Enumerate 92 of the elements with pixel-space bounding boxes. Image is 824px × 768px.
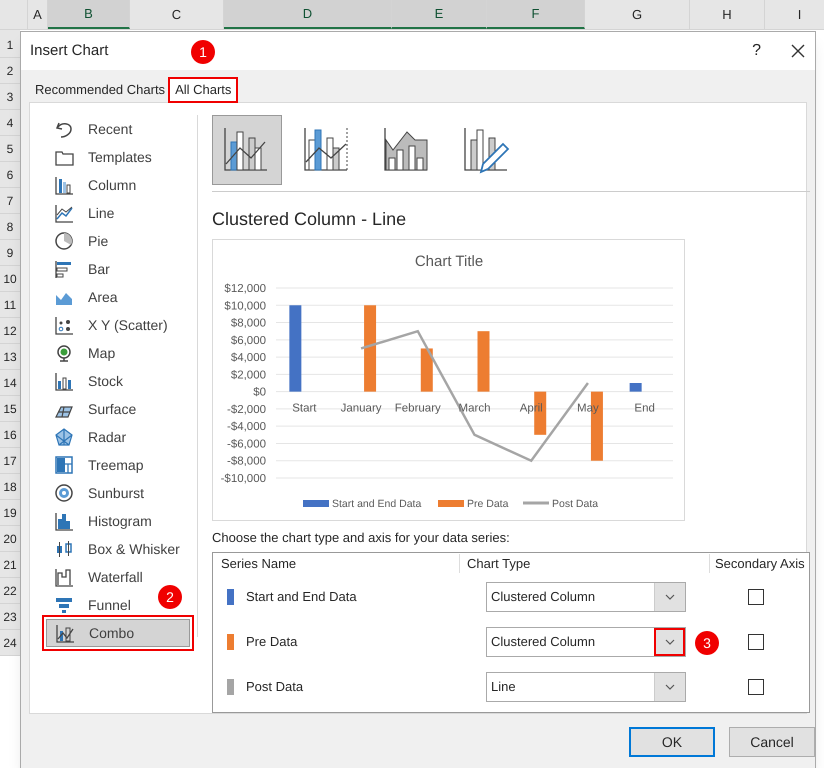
radar-chart-icon <box>54 427 74 447</box>
chevron-down-icon <box>664 639 674 645</box>
category-label: Start <box>292 402 316 415</box>
chart-type-item[interactable]: Area <box>46 283 190 311</box>
chart-title: Chart Title <box>414 253 484 270</box>
chart-type-item[interactable]: Map <box>46 339 190 367</box>
series-name: Start and End Data <box>246 588 358 606</box>
chart-type-item[interactable]: Stock <box>46 367 190 395</box>
column-heading: Secondary Axis <box>709 554 805 574</box>
chart-bar <box>420 348 433 392</box>
legend-label: Pre Data <box>467 498 508 510</box>
axis-tick-label: $4,000 <box>230 352 266 364</box>
chart-subtype-title: Clustered Column - Line <box>212 208 408 231</box>
chart-bar <box>630 383 642 392</box>
chart-type-item[interactable]: Column <box>46 171 190 199</box>
step-number-badge: 2 <box>158 585 182 609</box>
chevron-down-icon <box>665 684 675 690</box>
axis-tick-label: $6,000 <box>230 334 266 347</box>
legend-label: Start and End Data <box>332 498 422 510</box>
column-heading: Chart Type <box>459 554 709 574</box>
axis-tick-label: $2,000 <box>230 369 266 382</box>
axis-tick-label: -$8,000 <box>226 456 266 468</box>
axis-tick-label: $8,000 <box>230 318 266 330</box>
tab[interactable]: All Charts <box>170 78 236 101</box>
chart-type-item[interactable]: Treemap <box>46 451 190 479</box>
legend-swatch <box>438 500 464 507</box>
chart-type-item[interactable]: Bar <box>46 255 190 283</box>
box-whisker-icon <box>54 539 74 559</box>
sheet-letter-heading[interactable]: D <box>224 0 392 29</box>
category-label: February <box>394 402 441 415</box>
chart-subtype-button[interactable] <box>212 115 282 185</box>
sheet-letter-heading[interactable]: I <box>765 0 824 29</box>
chart-bar <box>478 331 490 392</box>
treemap-icon <box>54 455 74 475</box>
category-label: March <box>458 402 490 415</box>
chart-type-item[interactable]: Recent <box>46 115 190 143</box>
legend-label: Post Data <box>552 498 598 510</box>
sheet-letter-heading[interactable]: E <box>392 0 487 29</box>
sheet-letter-heading[interactable]: H <box>690 0 765 29</box>
funnel-icon <box>54 595 74 615</box>
close-icon[interactable] <box>791 44 805 58</box>
scatter-chart-icon <box>54 315 74 335</box>
dropdown-button[interactable] <box>654 628 685 656</box>
axis-tick-label: -$4,000 <box>226 421 266 434</box>
axis-tick-label: -$10,000 <box>220 473 266 485</box>
sunburst-icon <box>54 483 74 503</box>
ok-button[interactable]: OK <box>629 727 715 757</box>
series-name: Pre Data <box>246 633 298 652</box>
column-chart-icon <box>54 175 74 195</box>
column-heading: Series Name <box>220 554 298 573</box>
legend-line-key <box>523 502 549 504</box>
category-label: January <box>340 402 382 415</box>
axis-tick-label: -$6,000 <box>226 438 266 450</box>
chart-type-item[interactable]: Radar <box>46 423 190 451</box>
stock-chart-icon <box>54 371 74 391</box>
help-button[interactable]: ? <box>752 39 761 63</box>
sheet-letter-heading[interactable]: G <box>585 0 690 29</box>
cancel-button[interactable]: Cancel <box>729 727 815 757</box>
window-title: Insert Chart <box>30 40 108 61</box>
chart-type-item[interactable]: Sunburst <box>46 479 190 507</box>
chart-type-item[interactable]: Histogram <box>46 507 190 535</box>
series-name: Post Data <box>246 678 304 696</box>
step-number-badge: 3 <box>695 631 719 655</box>
chart-type-dropdown[interactable]: Line <box>486 672 686 702</box>
axis-tick-label: -$2,000 <box>226 404 266 416</box>
histogram-icon <box>54 511 74 531</box>
chevron-down-icon <box>665 594 675 600</box>
axis-tick-label: $12,000 <box>224 283 266 295</box>
combo-chart-icon <box>55 623 75 643</box>
chart-type-item[interactable]: Box & Whisker <box>46 535 190 563</box>
sheet-letter-heading[interactable]: B <box>48 0 130 29</box>
secondary-axis-checkbox[interactable] <box>748 589 764 605</box>
chart-type-item[interactable]: Pie <box>46 227 190 255</box>
waterfall-icon <box>54 567 74 587</box>
chart-type-item[interactable]: Surface <box>46 395 190 423</box>
secondary-axis-checkbox[interactable] <box>748 679 764 695</box>
chart-type-dropdown[interactable]: Clustered Column <box>486 582 686 612</box>
legend-swatch <box>303 500 329 507</box>
axis-tick-label: $10,000 <box>224 300 266 312</box>
pencil-chart-icon <box>463 126 511 174</box>
tab[interactable]: Recommended Charts <box>30 78 170 101</box>
chart-type-item[interactable]: Line <box>46 199 190 227</box>
bar-chart-icon <box>54 259 74 279</box>
chart-type-item[interactable]: Templates <box>46 143 190 171</box>
category-label: End <box>634 402 655 415</box>
secondary-axis-checkbox[interactable] <box>748 634 764 650</box>
line-chart-icon <box>54 203 74 223</box>
series-prompt: Choose the chart type and axis for your data series: <box>212 529 511 547</box>
pie-chart-icon <box>54 231 74 251</box>
chart-type-item[interactable]: X Y (Scatter) <box>46 311 190 339</box>
sheet-letter-heading[interactable]: F <box>487 0 585 29</box>
axis-tick-label: $0 <box>253 386 266 399</box>
